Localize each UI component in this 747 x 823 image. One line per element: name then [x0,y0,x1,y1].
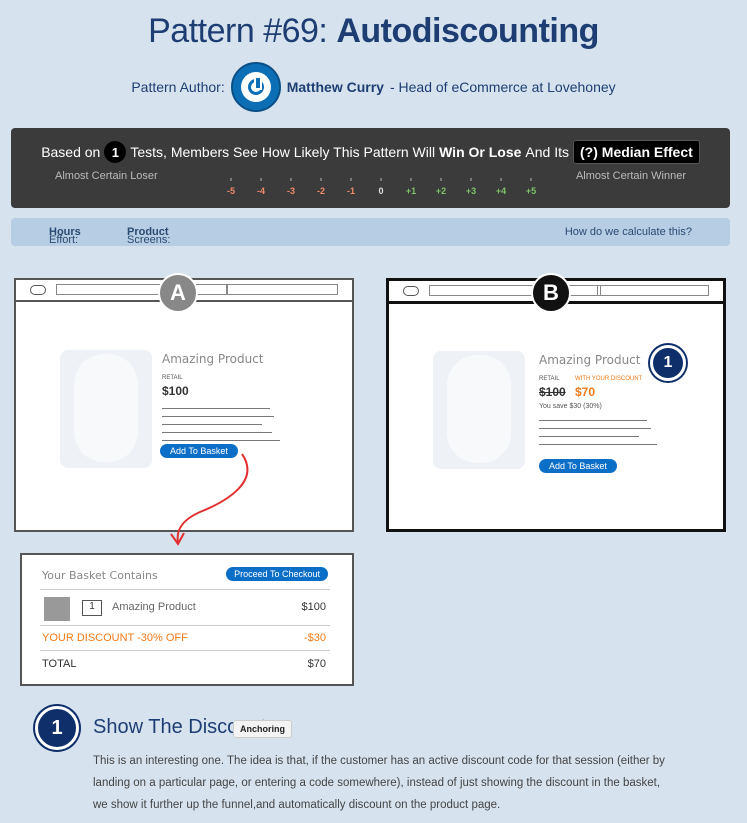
stats-text: Based on [41,144,101,160]
discount-label: YOUR DISCOUNT -30% OFF [42,632,188,644]
total-label: TOTAL [42,658,77,670]
scale-tick: +2 [426,178,456,196]
author-line: Pattern Author: Matthew Curry - Head of … [0,62,747,112]
power-icon [247,76,264,95]
product-title: Amazing Product [162,352,264,366]
browser-nav-icon [30,285,46,295]
retail-label: RETAIL [539,376,560,382]
scale-tick: 0 [366,178,396,196]
stats-text: Tests, Members See How Likely This Patte… [130,144,436,160]
browser-nav-icon [403,286,419,296]
url-bar [597,285,709,296]
basket-mockup: Your Basket Contains Proceed To Checkout… [20,553,354,686]
meta-bar: Effort: Hours Screens: Product How do we… [11,218,730,246]
product-image [60,350,152,468]
product-price: $100 [162,384,189,398]
old-price: $100 [539,385,566,399]
scale-tick: +4 [486,178,516,196]
product-thumb [44,597,70,621]
flow-arrow [170,453,249,546]
scale-tick: +1 [396,178,426,196]
scale-tick: -1 [336,178,366,196]
scale-tick: -2 [306,178,336,196]
principle-tag[interactable]: Anchoring [233,720,292,738]
total-value: $70 [307,658,326,670]
checkout-button[interactable]: Proceed To Checkout [226,567,328,581]
stats-text: Win Or Lose [439,144,522,160]
section-number: 1 [35,706,79,750]
savings-text: You save $30 (30%) [539,403,602,410]
scale-tick: +3 [456,178,486,196]
test-count-badge: 1 [104,141,127,163]
variant-b-badge: B [531,273,571,313]
url-bar [429,285,601,296]
section-description: This is an interesting one. The idea is … [93,755,665,811]
effort: Effort: Hours [49,226,81,246]
discount-value: -$30 [303,632,326,644]
discounted-price: $70 [575,385,596,399]
loser-label: Almost Certain Loser [55,170,158,182]
product-title: Amazing Product [539,353,641,367]
product-image [433,351,525,469]
winner-label: Almost Certain Winner [575,170,686,182]
scale-tick: +5 [516,178,546,196]
description-lines [162,408,280,448]
median-effect-button[interactable]: (?) Median Effect [573,140,700,164]
variant-a-badge: A [158,273,198,313]
add-to-basket-button[interactable]: Add To Basket [539,459,617,473]
stats-text: And Its [525,144,570,160]
url-bar [56,284,228,295]
page-title: Pattern #69: Autodiscounting [148,12,599,50]
quantity-box[interactable]: 1 [82,600,102,616]
calc-link[interactable]: How do we calculate this? [565,226,692,238]
retail-label: RETAIL [162,375,183,381]
marker-badge: 1 [650,345,686,381]
basket-item-price: $100 [301,601,326,613]
author-label: Pattern Author: [131,79,225,95]
with-discount-label: WITH YOUR DISCOUNT [575,376,643,382]
scale-tick: -3 [276,178,306,196]
basket-title: Your Basket Contains [42,569,158,582]
description-lines [539,420,657,452]
screens: Screens: Product [127,226,171,246]
avatar [230,62,281,112]
scale-tick: -5 [216,178,246,196]
effect-scale: -5 -4 -3 -2 -1 0 +1 +2 +3 +4 +5 [216,178,546,196]
scale-tick: -4 [246,178,276,196]
variant-b-mockup: Amazing Product RETAIL WITH YOUR DISCOUN… [386,278,726,532]
url-bar [226,284,338,295]
basket-item-name: Amazing Product [112,601,196,613]
author-role: - Head of eCommerce at Lovehoney [389,79,616,95]
author-name[interactable]: Matthew Curry [287,79,384,95]
stats-bar: Based on 1 Tests, Members See How Likely… [11,128,730,208]
